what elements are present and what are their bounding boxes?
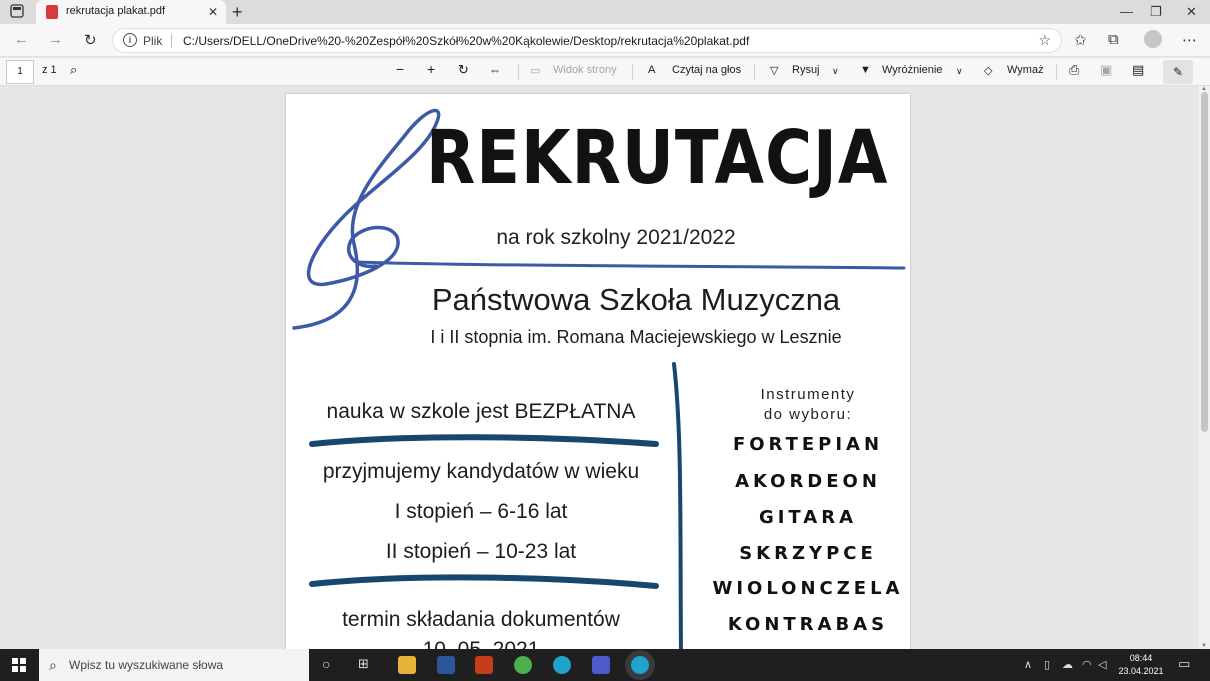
tab-actions-icon[interactable] — [10, 4, 26, 20]
print-icon[interactable]: ⎙ — [1069, 62, 1079, 78]
restore-button[interactable]: ❐ — [1150, 4, 1162, 20]
poster-title: REKRUTACJA — [426, 116, 889, 202]
info-line: termin składania dokumentów — [342, 608, 620, 631]
chevron-down-icon[interactable]: ∨ — [956, 66, 963, 77]
fit-page-icon[interactable]: ⇔ — [489, 63, 501, 77]
zoom-out-icon[interactable]: − — [396, 61, 404, 77]
title-bar: rekrutacja plakat.pdf ✕ + — ❐ ✕ — [0, 0, 1210, 24]
pin-toolbar-icon[interactable]: ✎ — [1163, 60, 1193, 84]
battery-icon[interactable]: ▯ — [1044, 658, 1050, 671]
back-arrow-icon[interactable]: ← — [14, 31, 29, 48]
wifi-icon[interactable]: ◠ — [1082, 658, 1092, 671]
clock-time: 08:44 — [1129, 653, 1153, 663]
pdf-file-icon — [46, 5, 58, 19]
scheme-label: Plik — [143, 34, 163, 48]
chevron-up-icon[interactable]: ∧ — [1024, 658, 1032, 671]
url-text[interactable]: C:/Users/DELL/OneDrive%20-%20Zespół%20Sz… — [183, 34, 749, 48]
info-line: II stopień – 10-23 lat — [385, 540, 577, 563]
page-total: z 1 — [42, 64, 57, 76]
page-view-icon: ▭ — [530, 65, 541, 77]
clock-date: 23.04.2021 — [1118, 666, 1164, 676]
close-window-button[interactable]: ✕ — [1186, 4, 1197, 20]
divider — [1056, 64, 1057, 80]
clock[interactable]: 08:44 23.04.2021 — [1116, 652, 1166, 678]
instrument-item: SKRZYPCE — [739, 543, 877, 564]
file-explorer-icon[interactable] — [398, 656, 416, 674]
divider — [171, 34, 172, 48]
info-line: I stopień – 6-16 lat — [394, 500, 568, 523]
word-icon[interactable] — [437, 656, 455, 674]
eraser-icon: ◇ — [984, 65, 993, 77]
poster-subtitle: na rok szkolny 2021/2022 — [496, 226, 736, 249]
divider — [518, 64, 519, 80]
instrument-item: AKORDEON — [735, 471, 881, 492]
instruments-heading: Instrumenty — [760, 386, 856, 403]
search-placeholder: Wpisz tu wyszukiwane słowa — [69, 658, 224, 672]
close-tab-icon[interactable]: ✕ — [208, 5, 218, 19]
erase-button[interactable]: Wymaż — [1007, 64, 1044, 76]
media-player-icon[interactable] — [475, 656, 493, 674]
search-icon: ⌕ — [49, 657, 57, 673]
zoom-in-icon[interactable]: + — [427, 61, 435, 77]
highlight-button[interactable]: Wyróżnienie — [882, 64, 942, 76]
pdf-viewer[interactable]: REKRUTACJA na rok szkolny 2021/2022 Pańs… — [0, 86, 1199, 649]
chevron-down-icon[interactable]: ∨ — [832, 66, 839, 77]
onedrive-icon[interactable]: ☁ — [1062, 658, 1073, 671]
search-icon[interactable]: ⌕ — [70, 62, 77, 78]
new-tab-button[interactable]: + — [232, 2, 243, 23]
info-line: 10 .05. 2021 — [286, 638, 676, 649]
notifications-icon[interactable]: ▭ — [1178, 656, 1190, 672]
windows-start-icon[interactable] — [12, 658, 26, 672]
instruments-heading: do wyboru: — [763, 406, 853, 423]
draw-icon: ▽ — [770, 65, 779, 77]
info-line: nauka w szkole jest BEZPŁATNA — [326, 400, 636, 423]
save-icon: ▣ — [1100, 62, 1113, 77]
volume-icon[interactable]: ◁ — [1098, 658, 1106, 671]
teams-icon[interactable] — [592, 656, 610, 674]
save-as-icon[interactable]: ▤ — [1132, 62, 1144, 78]
browser-tab[interactable]: rekrutacja plakat.pdf ✕ — [36, 0, 226, 24]
collections-icon[interactable]: ⧉ — [1108, 31, 1119, 48]
read-aloud-icon: A — [648, 64, 656, 76]
cortana-icon[interactable]: ○ — [322, 656, 330, 672]
pdf-toolbar: 1 z 1 ⌕ − + ↻ ⇔ ▭ Widok strony A Czytaj … — [0, 58, 1210, 86]
scrollbar-thumb[interactable] — [1201, 92, 1208, 432]
page-view-button[interactable]: Widok strony — [553, 64, 617, 76]
minimize-button[interactable]: — — [1120, 4, 1133, 19]
tab-title: rekrutacja plakat.pdf — [66, 5, 166, 17]
taskbar-search[interactable]: ⌕ Wpisz tu wyszukiwane słowa — [39, 649, 309, 681]
instrument-item: KONTRABAS — [727, 614, 889, 635]
rotate-icon[interactable]: ↻ — [458, 62, 469, 78]
task-view-icon[interactable]: ⊞ — [358, 656, 369, 672]
chrome-icon[interactable] — [514, 656, 532, 674]
taskbar: ⌕ Wpisz tu wyszukiwane słowa ○ ⊞ ∧ ▯ ☁ ◠… — [0, 649, 1210, 681]
highlight-icon: ▼ — [860, 64, 871, 76]
add-favorite-icon[interactable]: ☆ — [1038, 32, 1051, 49]
instrument-item: FORTEPIAN — [732, 434, 884, 455]
school-name: Państwowa Szkoła Muzyczna — [431, 282, 841, 317]
read-aloud-button[interactable]: Czytaj na głos — [672, 64, 741, 76]
page-number-input[interactable]: 1 — [6, 60, 34, 84]
draw-button[interactable]: Rysuj — [792, 64, 820, 76]
instrument-item: WIOLONCZELA — [712, 578, 904, 599]
instrument-item: GITARA — [758, 507, 858, 528]
pdf-page: REKRUTACJA na rok szkolny 2021/2022 Pańs… — [286, 94, 910, 649]
favorites-icon[interactable]: ✩ — [1074, 31, 1087, 49]
divider — [632, 64, 633, 80]
forward-arrow-icon[interactable]: → — [48, 31, 63, 48]
edge-active-icon[interactable] — [631, 656, 649, 674]
edge-icon[interactable] — [553, 656, 571, 674]
address-bar-row: ← → ↻ i Plik C:/Users/DELL/OneDrive%20-%… — [0, 24, 1210, 57]
info-icon[interactable]: i — [123, 33, 137, 47]
refresh-icon[interactable]: ↻ — [84, 31, 97, 49]
profile-avatar[interactable] — [1144, 30, 1162, 48]
info-line: przyjmujemy kandydatów w wieku — [322, 460, 640, 483]
school-detail: I i II stopnia im. Romana Maciejewskiego… — [430, 327, 842, 347]
divider — [754, 64, 755, 80]
vertical-scrollbar[interactable]: ▲ ▼ — [1199, 86, 1210, 649]
more-menu-icon[interactable]: ⋯ — [1182, 31, 1197, 49]
address-field[interactable]: i Plik C:/Users/DELL/OneDrive%20-%20Zesp… — [112, 28, 1062, 53]
